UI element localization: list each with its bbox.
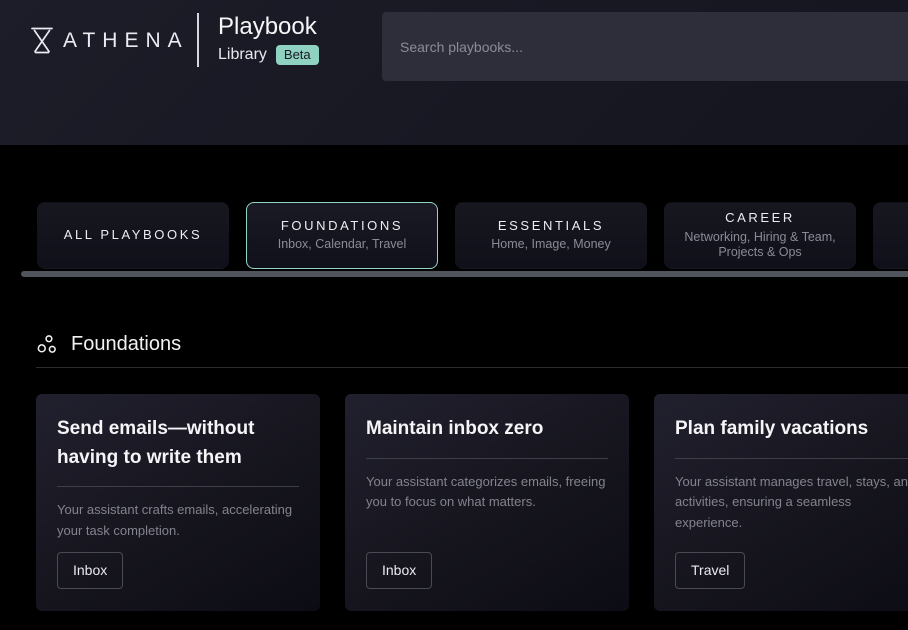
- playbook-card-send-emails[interactable]: Send emails—without having to write them…: [36, 394, 320, 611]
- brand-logo[interactable]: ATHENA: [30, 26, 189, 55]
- tag-travel[interactable]: Travel: [675, 552, 745, 589]
- playbook-card-family-vacations[interactable]: Plan family vacations Your assistant man…: [654, 394, 908, 611]
- card-description: Your assistant manages travel, stays, an…: [675, 472, 908, 534]
- playbook-library-page: ATHENA Playbook Library Beta ALL PLAYBOO…: [0, 0, 908, 630]
- tab-foundations[interactable]: FOUNDATIONS Inbox, Calendar, Travel: [246, 202, 438, 269]
- card-divider: [366, 458, 608, 459]
- category-tabs: ALL PLAYBOOKS FOUNDATIONS Inbox, Calenda…: [37, 202, 908, 269]
- header-divider: [197, 13, 199, 67]
- section-title: Foundations: [71, 333, 181, 356]
- app-title-block: Playbook Library Beta: [218, 13, 319, 65]
- card-divider: [57, 486, 299, 487]
- tab-all-playbooks[interactable]: ALL PLAYBOOKS: [37, 202, 229, 269]
- card-divider: [675, 458, 908, 459]
- page-subtitle: Library: [218, 46, 267, 64]
- beta-badge: Beta: [276, 45, 319, 65]
- tab-career[interactable]: CAREER Networking, Hiring & Team, Projec…: [664, 202, 856, 269]
- tab-subtitle: Networking, Hiring & Team, Projects & Op…: [675, 230, 845, 261]
- tab-essentials[interactable]: ESSENTIALS Home, Image, Money: [455, 202, 647, 269]
- app-header: ATHENA Playbook Library Beta: [0, 0, 908, 145]
- search-input[interactable]: [382, 12, 908, 81]
- page-title: Playbook: [218, 13, 319, 42]
- tab-subtitle: Home, Image, Money: [491, 237, 611, 253]
- playbook-card-inbox-zero[interactable]: Maintain inbox zero Your assistant categ…: [345, 394, 629, 611]
- cluster-circles-icon: [37, 334, 58, 356]
- section-header: Foundations: [37, 333, 181, 356]
- card-title: Maintain inbox zero: [366, 415, 608, 444]
- card-description: Your assistant categorizes emails, freei…: [366, 472, 608, 514]
- tab-label: ALL PLAYBOOKS: [64, 227, 203, 243]
- tab-label: FOUNDATIONS: [281, 218, 403, 234]
- section-divider: [36, 367, 908, 368]
- tabs-horizontal-scrollbar[interactable]: [21, 271, 908, 277]
- hourglass-logo-icon: [30, 26, 54, 55]
- card-title: Send emails—without having to write them: [57, 415, 299, 472]
- brand-name: ATHENA: [63, 29, 189, 53]
- tab-partial-food[interactable]: Food: [873, 202, 908, 269]
- playbook-cards: Send emails—without having to write them…: [36, 394, 908, 611]
- card-description: Your assistant crafts emails, accelerati…: [57, 500, 299, 542]
- tab-label: ESSENTIALS: [498, 218, 604, 234]
- tab-label: CAREER: [725, 210, 795, 226]
- card-title: Plan family vacations: [675, 415, 908, 444]
- tab-subtitle: Inbox, Calendar, Travel: [278, 237, 407, 253]
- tag-inbox[interactable]: Inbox: [366, 552, 432, 589]
- tag-inbox[interactable]: Inbox: [57, 552, 123, 589]
